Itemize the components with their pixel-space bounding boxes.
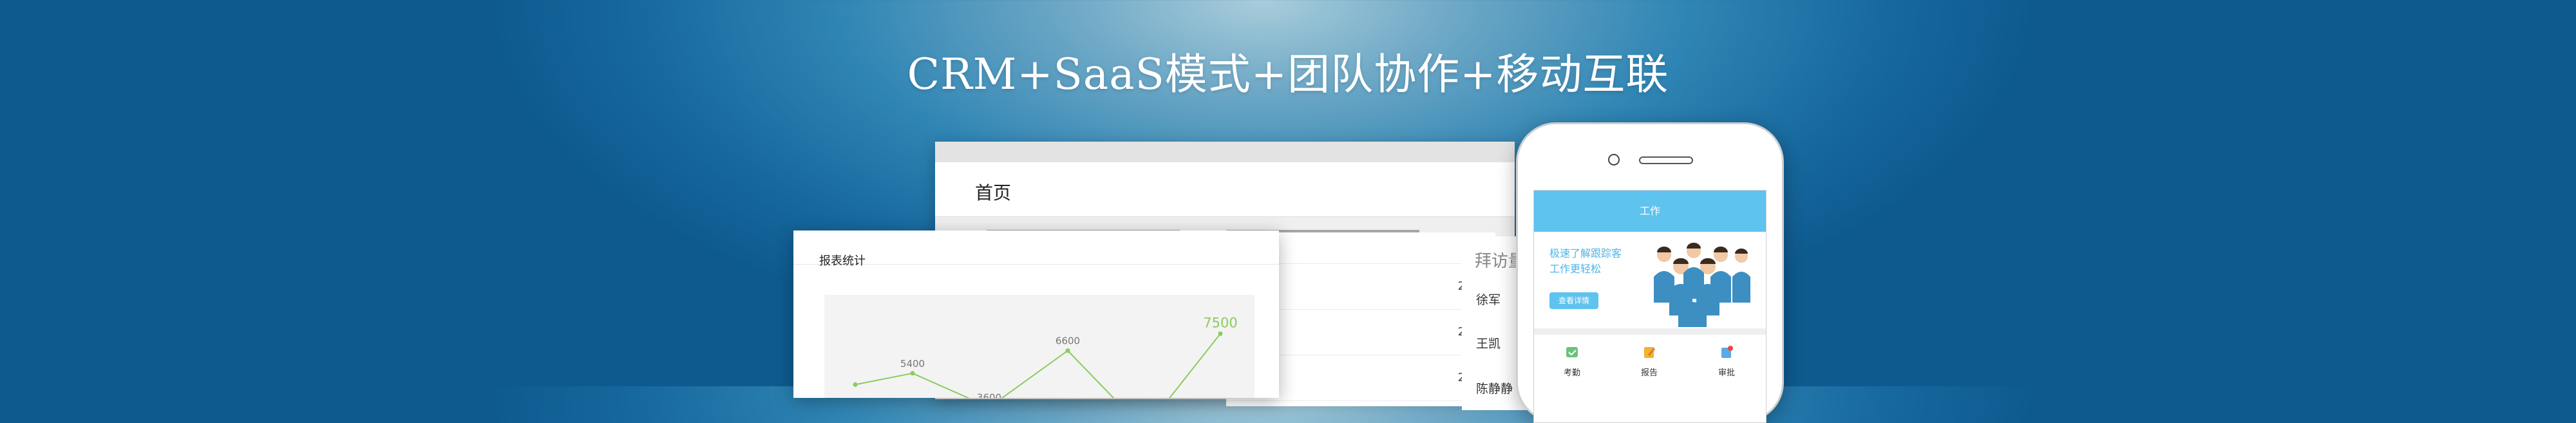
- chart-data-label: 5400: [900, 358, 925, 370]
- banner-tagline: 工作更轻松: [1549, 263, 1602, 275]
- section-divider: [1534, 328, 1766, 335]
- phone-screen: 工作 极速了解跟踪客 工作更轻松 查看详情 考勤 报告 审批: [1533, 190, 1766, 423]
- report-icon: [1644, 347, 1656, 358]
- report-window: 报表统计 54003600660024007500: [793, 230, 1279, 398]
- report-header: 报表统计: [793, 230, 1279, 268]
- nav-item-approval[interactable]: 审批: [1704, 345, 1749, 378]
- banner-tagline: 极速了解跟踪客: [1549, 247, 1622, 259]
- chart-point[interactable]: [1065, 348, 1070, 353]
- speaker-icon: [1639, 156, 1693, 164]
- chart-data-label: 6600: [1056, 335, 1080, 347]
- chart-point[interactable]: [910, 371, 915, 376]
- visit-name[interactable]: 陈静静: [1476, 379, 1513, 397]
- attendance-icon: [1566, 347, 1578, 357]
- chart-data-label: 3600: [977, 392, 1001, 398]
- nav-item-attendance[interactable]: 考勤: [1549, 345, 1595, 378]
- report-chart: 54003600660024007500: [824, 295, 1255, 398]
- team-illustration-icon: [1654, 243, 1750, 327]
- chart-point[interactable]: [1218, 331, 1223, 336]
- phone-mockup: 工作 极速了解跟踪客 工作更轻松 查看详情 考勤 报告 审批: [1516, 122, 1784, 423]
- visit-name[interactable]: 徐军: [1476, 290, 1501, 308]
- nav-label: 考勤: [1563, 368, 1580, 378]
- desktop-titlebar: 首页: [935, 162, 1515, 217]
- promo-banner: 极速了解跟踪客 工作更轻松 查看详情: [1534, 232, 1766, 328]
- view-details-button[interactable]: 查看详情: [1549, 292, 1598, 309]
- desktop-topbar: [935, 142, 1515, 162]
- camera-icon: [1608, 154, 1620, 165]
- banner-headline: CRM+SaaS模式+团队协作+移动互联: [907, 50, 1669, 99]
- visit-name[interactable]: 王凯: [1476, 334, 1501, 352]
- nav-label: 报告: [1640, 368, 1658, 378]
- nav-item-report[interactable]: 报告: [1627, 345, 1672, 378]
- report-title: 报表统计: [819, 254, 866, 268]
- screen-title: 工作: [1534, 191, 1766, 232]
- chart-data-label: 7500: [1203, 315, 1237, 330]
- approval-icon: [1721, 346, 1733, 358]
- page-title: 首页: [975, 182, 1012, 203]
- line-chart: 54003600660024007500: [853, 315, 1238, 398]
- nav-label: 审批: [1718, 368, 1735, 378]
